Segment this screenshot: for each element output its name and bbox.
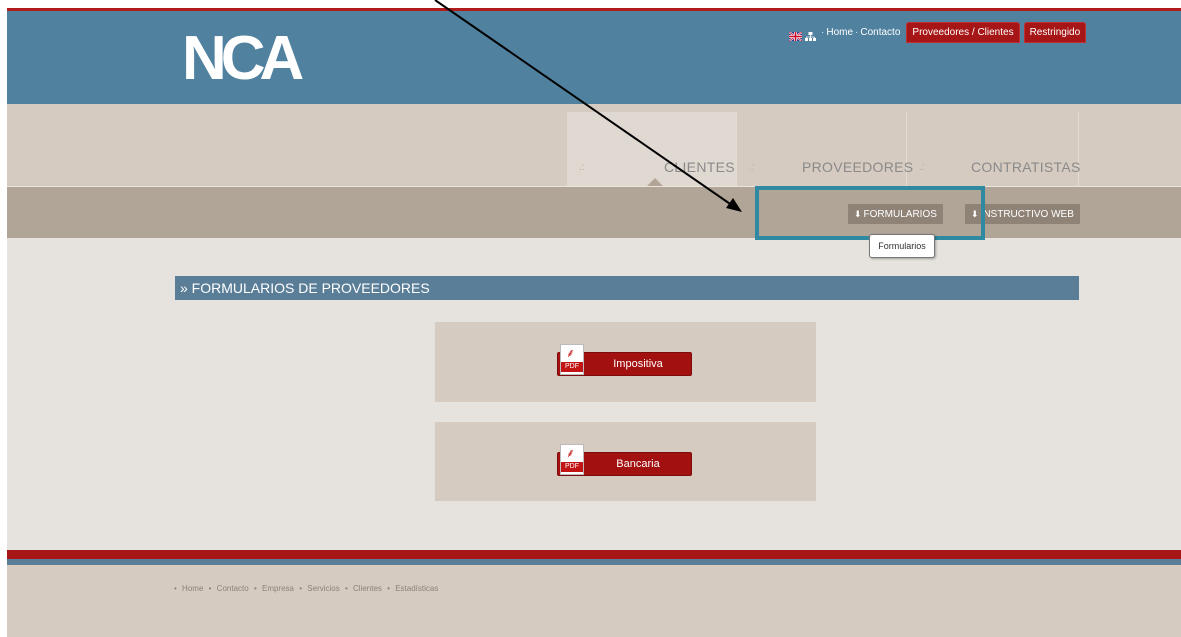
annotation-arrow xyxy=(434,0,742,212)
